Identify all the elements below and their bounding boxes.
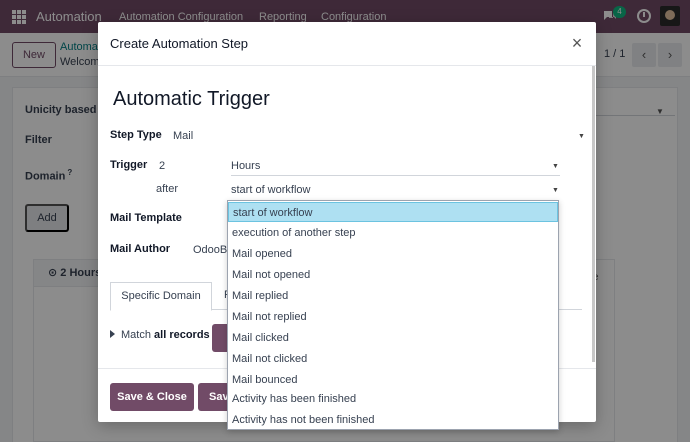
mail-author-label: Mail Author [110, 243, 171, 255]
mail-author-field[interactable]: OdooB [193, 244, 227, 256]
save-close-button[interactable]: Save & Close [110, 383, 194, 411]
trigger-interval-input[interactable]: 2 [159, 160, 165, 172]
chevron-down-icon[interactable]: ▼ [552, 163, 559, 170]
domain-edit-button[interactable] [212, 324, 228, 352]
dropdown-option-mail-opened[interactable]: Mail opened [228, 244, 558, 264]
modal-title: Create Automation Step [110, 36, 249, 51]
dropdown-option-mail-not-clicked[interactable]: Mail not clicked [228, 349, 558, 369]
dropdown-option-execution-of-another-step[interactable]: execution of another step [228, 223, 558, 243]
trigger-type-dropdown: start of workflow execution of another s… [227, 200, 559, 430]
dropdown-option-mail-replied[interactable]: Mail replied [228, 286, 558, 306]
step-type-select[interactable]: Mail [173, 130, 193, 142]
trigger-unit-underline [231, 175, 560, 176]
trigger-label: Trigger [110, 159, 148, 171]
dropdown-option-mail-bounced[interactable]: Mail bounced [228, 370, 558, 390]
close-icon[interactable]: × [568, 34, 586, 52]
scrollbar[interactable] [592, 66, 595, 362]
mail-template-label: Mail Template [110, 212, 182, 224]
domain-match-toggle[interactable]: Match all records [110, 329, 210, 341]
dropdown-option-start-of-workflow[interactable]: start of workflow [228, 202, 558, 222]
dropdown-option-mail-not-replied[interactable]: Mail not replied [228, 307, 558, 327]
modal-header: Create Automation Step × [98, 22, 596, 66]
chevron-down-icon[interactable]: ▼ [578, 133, 585, 140]
step-type-label: Step Type [110, 129, 162, 141]
dropdown-option-mail-not-opened[interactable]: Mail not opened [228, 265, 558, 285]
tab-specific-domain[interactable]: Specific Domain [110, 282, 212, 311]
trigger-type-select[interactable]: start of workflow [231, 184, 310, 196]
trigger-after-label: after [156, 183, 179, 195]
dropdown-option-mail-clicked[interactable]: Mail clicked [228, 328, 558, 348]
chevron-down-icon[interactable]: ▼ [552, 187, 559, 194]
trigger-unit-select[interactable]: Hours [231, 160, 260, 172]
dropdown-option-activity-finished[interactable]: Activity has been finished [228, 389, 558, 409]
trigger-heading: Automatic Trigger [113, 88, 270, 110]
dropdown-option-activity-not-finished[interactable]: Activity has not been finished [228, 410, 558, 430]
caret-right-icon [110, 330, 115, 338]
